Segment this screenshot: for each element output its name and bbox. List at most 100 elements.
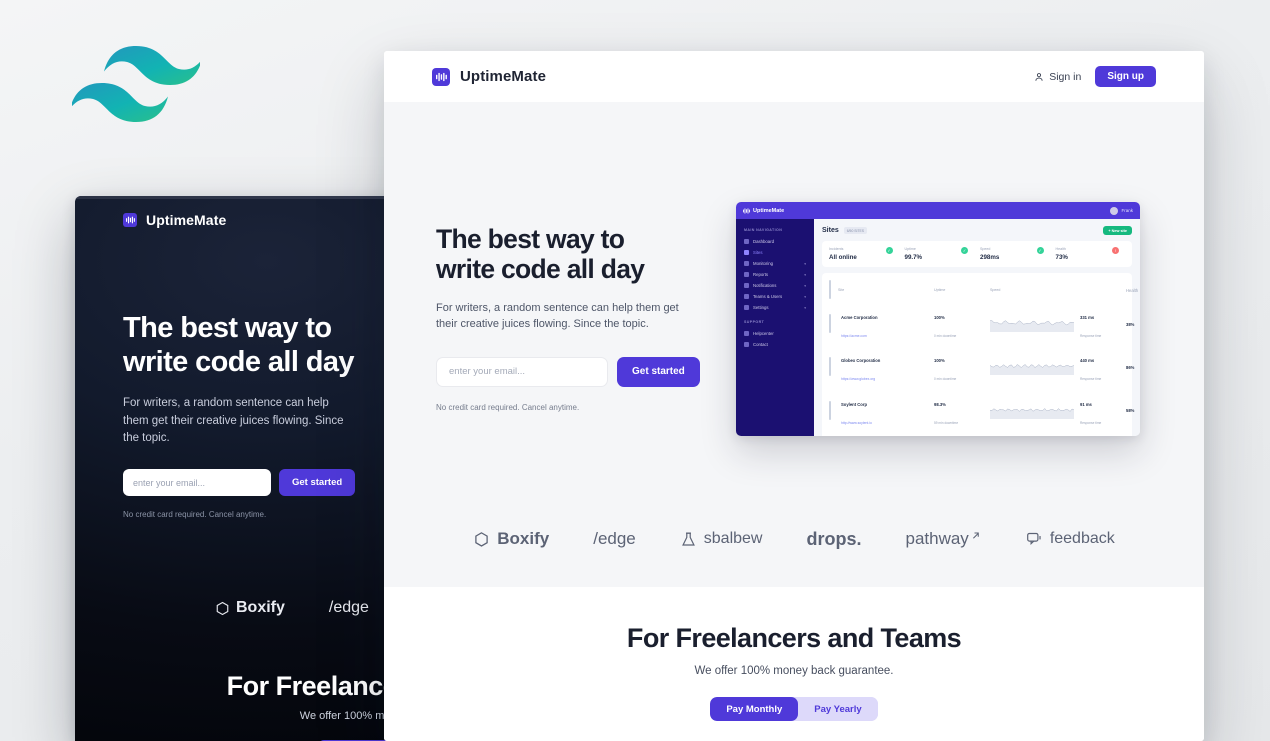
logo-pathway-label: pathway [905,529,969,548]
table-row[interactable]: Initechhttps://www.initech.nl100%0 min d… [829,432,1125,436]
chevron-down-icon: ▾ [804,283,806,288]
sites-count-chip: 6/50 SITES [843,227,868,234]
dark-get-started-button[interactable]: Get started [279,469,356,496]
uptime-value: 100% [934,358,945,364]
pay-yearly-option[interactable]: Pay Yearly [798,697,878,721]
dashboard-sidebar: MAIN NAVIGATION Dashboard Sites Monitoring… [736,219,814,436]
sidebar-item-settings[interactable]: Settings ▾ [742,302,808,313]
table-row[interactable]: Acme Corporation https://acme.com 100% 0 mi… [829,303,1134,346]
email-input[interactable] [436,356,608,387]
dark-logo-edge-label: /edge [328,599,369,616]
response-value: 331 ms [1080,315,1095,321]
dashboard-page-title: Sites [822,227,839,234]
sidebar-item-sites[interactable]: Sites [742,247,808,258]
sidebar-main-label: MAIN NAVIGATION [744,228,783,232]
logo-boxify: Boxify [473,529,549,549]
stat-uptime: Uptime 99.7% ✓ [905,247,975,261]
table-row[interactable]: Soylent Corp http://www.soylent.io 98.3% 59… [829,389,1134,432]
site-url: https://www.globex.org [841,377,876,382]
hero-copy: The best way to write code all day For w… [436,224,706,412]
dashboard-brand-name: UptimeMate [753,207,785,214]
th-health: Health [1126,287,1139,293]
dark-panel-paragraph: For writers, a random sentence can help … [123,397,344,444]
hero-heading: The best way to write code all day [436,224,706,285]
check-icon: ✓ [1036,247,1044,254]
gear-icon [744,305,749,310]
avatar [1110,206,1119,215]
response-label: Response time [1080,377,1102,382]
sidebar-item-contact[interactable]: Contact [742,339,808,350]
row-checkbox[interactable] [829,357,838,377]
sidebar-item-label: Settings [753,305,769,310]
dark-heading-line-2: write code all day [123,345,355,378]
stat-value: 298ms [980,253,1000,261]
dark-logo-edge: /edge [329,599,369,617]
response-value: 91 ms [1080,401,1092,407]
site-url: https://acme.com [841,334,867,339]
sidebar-item-helpcenter[interactable]: Helpcenter [742,328,808,339]
sidebar-item-label: Monitoring [753,261,774,266]
dashboard-body: MAIN NAVIGATION Dashboard Sites Monitoring… [736,219,1140,436]
navbar-brand[interactable]: UptimeMate [432,67,546,86]
th-site: Site [838,288,845,293]
table-row[interactable]: Globex Corporation https://www.globex.org… [829,346,1134,389]
new-site-button[interactable]: + New site [1103,226,1132,235]
grid-icon [744,239,749,244]
site-url: http://www.soylent.io [841,420,872,425]
get-started-button[interactable]: Get started [617,356,700,387]
sidebar-item-dashboard[interactable]: Dashboard [742,236,808,247]
dark-email-input[interactable] [123,469,271,496]
logo-edge: /edge [593,529,636,549]
cell-response: 331 ms Response time [1080,306,1126,342]
cell-speed-chart [990,316,1080,333]
dashboard-user-menu[interactable]: Frank [1110,206,1133,215]
globe-icon [744,250,749,255]
dashboard-brand: UptimeMate [743,208,784,214]
response-time-sparkline [990,407,1074,419]
th-uptime: Uptime [934,288,946,293]
lifebuoy-icon [744,331,749,336]
cell-site: Acme Corporation https://acme.com [838,306,934,342]
sidebar-item-reports[interactable]: Reports ▾ [742,269,808,280]
check-icon: ✓ [961,247,968,254]
dashboard-stats-row: Incidents All online ✓ Uptime 99.7% ✓ Speed 298… [822,241,1132,267]
sidebar-item-teams-users[interactable]: Teams & Users ▾ [742,291,808,302]
sign-up-button[interactable]: Sign up [1095,66,1156,87]
mail-icon [744,342,749,347]
logo-feedback: feedback [1026,530,1115,548]
stat-value: 73% [1055,253,1068,261]
dashboard-header: Sites 6/50 SITES + New site [822,226,1132,235]
response-label: Response time [1080,334,1102,339]
dashboard-topbar: UptimeMate Frank [736,202,1140,219]
tailwind-wave-logo [72,46,200,122]
row-checkbox[interactable] [829,314,838,334]
pay-monthly-option[interactable]: Pay Monthly [710,697,799,721]
sidebar-main-items: Dashboard Sites Monitoring ▾ Reports ▾ Notific… [742,236,808,313]
hero-signup-form: Get started [436,356,706,387]
stat-value: 99.7% [904,253,923,261]
select-all-checkbox[interactable] [829,280,838,300]
alert-icon: ! [1112,247,1119,254]
sidebar-item-monitoring[interactable]: Monitoring ▾ [742,258,808,269]
billing-period-toggle[interactable]: Pay Monthly Pay Yearly [710,697,878,721]
sign-in-link[interactable]: Sign in [1034,71,1081,83]
chat-bubble-icon [1026,532,1041,546]
bars-equalizer-icon [743,207,750,214]
chevron-down-icon: ▾ [804,294,806,299]
dashboard-screenshot: UptimeMate Frank MAIN NAVIGATION Dashboa… [736,202,1140,436]
sidebar-item-label: Contact [753,342,768,347]
sidebar-item-label: Sites [753,250,763,255]
table-header-row: Site Uptime Speed Health ⋮ [829,278,1138,303]
downtime-value: 0 min downtime [934,377,957,382]
users-icon [744,294,749,299]
chevron-down-icon: ▾ [804,261,806,266]
dark-logo-boxify-label: Boxify [236,599,285,616]
downtime-value: 0 min downtime [934,334,957,339]
sidebar-item-notifications[interactable]: Notifications ▾ [742,280,808,291]
sidebar-item-label: Notifications [753,283,777,288]
logo-feedback-label: feedback [1049,530,1115,547]
cell-uptime: 100% 0 min downtime [934,349,990,385]
site-name: Soylent Corp [841,401,868,407]
partner-logo-strip: Boxify /edge sbalbew drops. pathway feed… [384,491,1204,587]
row-checkbox[interactable] [829,400,838,420]
